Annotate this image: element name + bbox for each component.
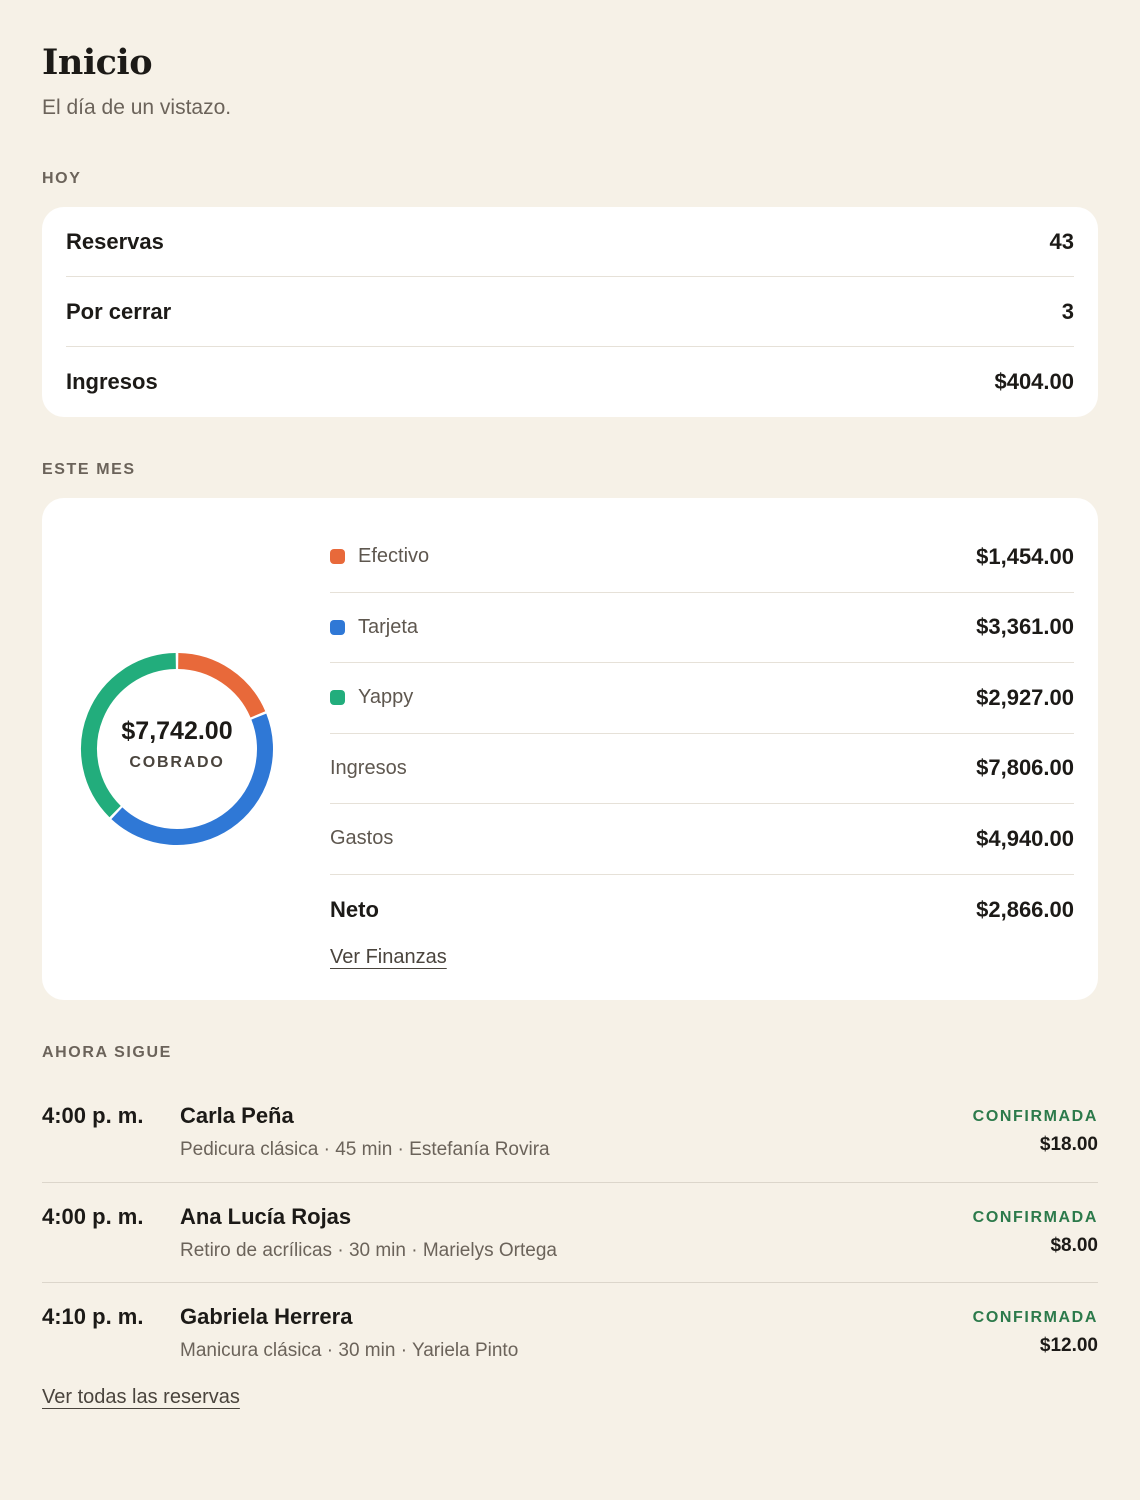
payment-amount: $3,361.00 bbox=[976, 614, 1074, 640]
appointment-detail: Retiro de acrílicas · 30 min · Marielys … bbox=[180, 1239, 557, 1261]
payment-row-left: Yappy bbox=[330, 686, 413, 709]
today-row-value: 43 bbox=[1049, 228, 1074, 254]
appointment-client: Gabriela Herrera bbox=[180, 1304, 353, 1329]
appointment-time: 4:00 p. m. bbox=[42, 1103, 144, 1128]
summary-label: Neto bbox=[330, 896, 379, 922]
view-all-bookings-link[interactable]: Ver todas las reservas bbox=[42, 1386, 240, 1409]
month-card: $7,742.00 COBRADO Efectivo $1,454.00 Tar… bbox=[42, 498, 1098, 1000]
payment-row-left: Efectivo bbox=[330, 545, 429, 568]
payment-label: Tarjeta bbox=[358, 615, 419, 638]
payment-row-cash: Efectivo $1,454.00 bbox=[330, 522, 1074, 593]
payment-row-card: Tarjeta $3,361.00 bbox=[330, 593, 1074, 663]
payment-row-yappy: Yappy $2,927.00 bbox=[330, 663, 1074, 734]
swatch-cash bbox=[330, 549, 345, 565]
appointment-client: Carla Peña bbox=[180, 1103, 294, 1128]
summary-row-income: Ingresos $7,806.00 bbox=[330, 734, 1074, 804]
appointment-row[interactable]: 4:00 p. m. Ana Lucía Rojas Retiro de acr… bbox=[42, 1183, 1098, 1283]
collected-donut-chart: $7,742.00 COBRADO bbox=[76, 648, 278, 850]
today-row-bookings: Reservas 43 bbox=[66, 207, 1074, 277]
view-finances-link[interactable]: Ver Finanzas bbox=[330, 946, 447, 969]
page-subtitle: El día de un vistazo. bbox=[42, 96, 232, 119]
today-row-pending: Por cerrar 3 bbox=[66, 277, 1074, 347]
section-label-upcoming: AHORA SIGUE bbox=[42, 1044, 172, 1061]
month-breakdown: Efectivo $1,454.00 Tarjeta $3,361.00 Yap… bbox=[330, 522, 1074, 945]
status-badge: CONFIRMADA bbox=[972, 1108, 1098, 1125]
payment-label: Yappy bbox=[358, 686, 414, 709]
summary-label: Ingresos bbox=[330, 756, 407, 779]
appointment-price: $18.00 bbox=[1039, 1134, 1098, 1155]
summary-amount: $7,806.00 bbox=[976, 755, 1074, 781]
swatch-card bbox=[330, 619, 345, 635]
today-row-income: Ingresos $404.00 bbox=[66, 347, 1074, 417]
today-card: Reservas 43 Por cerrar 3 Ingresos $404.0… bbox=[42, 207, 1098, 417]
summary-amount: $2,866.00 bbox=[976, 896, 1074, 922]
appointment-time: 4:00 p. m. bbox=[42, 1203, 144, 1229]
summary-label: Gastos bbox=[330, 827, 394, 850]
status-badge: CONFIRMADA bbox=[972, 1309, 1098, 1326]
collected-caption: COBRADO bbox=[129, 753, 225, 771]
summary-row-net: Neto $2,866.00 bbox=[330, 875, 1074, 946]
today-row-value: 3 bbox=[1061, 298, 1074, 324]
appointment-price: $8.00 bbox=[1050, 1234, 1098, 1256]
status-badge: CONFIRMADA bbox=[972, 1208, 1098, 1226]
today-row-label: Por cerrar bbox=[66, 298, 172, 324]
payment-label: Efectivo bbox=[358, 545, 430, 568]
donut-center: $7,742.00 COBRADO bbox=[76, 648, 278, 850]
appointment-time: 4:10 p. m. bbox=[42, 1304, 144, 1329]
today-row-label: Ingresos bbox=[66, 369, 158, 394]
appointment-detail: Manicura clásica · 30 min · Yariela Pint… bbox=[180, 1340, 519, 1361]
appointment-price: $12.00 bbox=[1039, 1335, 1098, 1356]
section-label-today: HOY bbox=[42, 170, 82, 187]
today-row-label: Reservas bbox=[66, 228, 164, 254]
summary-amount: $4,940.00 bbox=[976, 825, 1074, 851]
payment-amount: $2,927.00 bbox=[976, 684, 1074, 710]
upcoming-list: 4:00 p. m. Carla Peña Pedicura clásica ·… bbox=[42, 1082, 1098, 1384]
summary-row-expenses: Gastos $4,940.00 bbox=[330, 804, 1074, 875]
payment-row-left: Tarjeta bbox=[330, 616, 418, 639]
today-row-value: $404.00 bbox=[994, 369, 1074, 394]
swatch-yappy bbox=[330, 690, 345, 706]
payment-amount: $1,454.00 bbox=[976, 543, 1074, 569]
appointment-detail: Pedicura clásica · 45 min · Estefanía Ro… bbox=[180, 1139, 550, 1160]
appointment-row[interactable]: 4:10 p. m. Gabriela Herrera Manicura clá… bbox=[42, 1283, 1098, 1384]
collected-total: $7,742.00 bbox=[121, 716, 233, 745]
home-page: Inicio El día de un vistazo. HOY Reserva… bbox=[0, 0, 1140, 1500]
appointment-client: Ana Lucía Rojas bbox=[180, 1203, 352, 1229]
appointment-row[interactable]: 4:00 p. m. Carla Peña Pedicura clásica ·… bbox=[42, 1082, 1098, 1183]
section-label-month: ESTE MES bbox=[42, 461, 136, 478]
page-title: Inicio bbox=[42, 42, 153, 83]
